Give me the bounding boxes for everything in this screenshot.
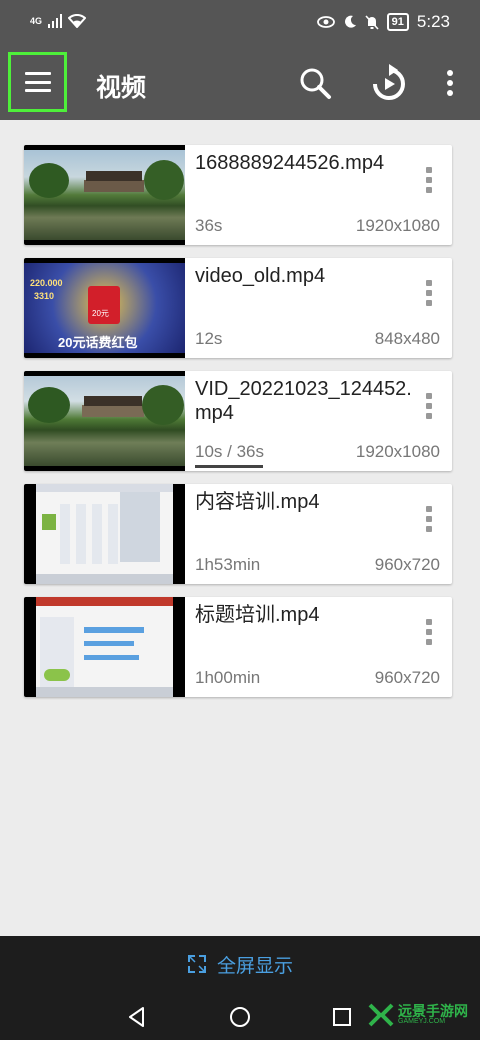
video-resolution: 1920x1080 [355, 442, 440, 461]
video-item[interactable]: VID_20221023_124452.mp4 10s / 36s 1920x1… [24, 371, 452, 471]
home-icon [230, 1007, 250, 1027]
expand-icon [187, 955, 206, 973]
video-filename: 标题培训.mp4 [195, 604, 320, 626]
search-button[interactable] [294, 62, 336, 104]
wifi-icon [68, 14, 87, 28]
hamburger-menu-icon [24, 72, 51, 92]
watch-progress-bar [195, 465, 263, 468]
menu-button[interactable] [8, 52, 67, 112]
replay-icon [373, 64, 405, 100]
signal-icon [48, 14, 63, 28]
video-item[interactable]: 20元 220.000 3310 20元话费红包 video_old.mp4 1… [24, 258, 452, 358]
video-item[interactable]: 标题培训.mp4 1h00min 960x720 [24, 597, 452, 697]
promo-packet-label: 20元 [92, 309, 109, 318]
home-button[interactable] [225, 1002, 255, 1032]
video-thumbnail [24, 484, 185, 584]
item-more-icon[interactable] [426, 167, 434, 193]
watermark: 远景手游网 GAMEYJ.COM [368, 1003, 468, 1027]
item-more-icon[interactable] [426, 393, 434, 419]
video-duration: 10s / 36s [195, 442, 264, 461]
video-resolution: 848x480 [374, 329, 440, 348]
back-icon [129, 1007, 144, 1027]
item-more-icon[interactable] [426, 280, 434, 306]
video-duration: 1h53min [195, 555, 261, 574]
more-vert-icon [447, 70, 453, 96]
video-item[interactable]: 内容培训.mp4 1h53min 960x720 [24, 484, 452, 584]
recents-button[interactable] [327, 1002, 357, 1032]
video-thumbnail [24, 145, 185, 245]
watermark-url: GAMEYJ.COM [398, 1018, 446, 1025]
fullscreen-button[interactable]: 全屏显示 [0, 936, 480, 992]
battery-indicator: 91 [386, 13, 409, 31]
network-type: 4G [30, 16, 43, 26]
video-thumbnail [24, 597, 185, 697]
video-duration: 36s [195, 216, 223, 235]
watermark-brand: 远景手游网 [398, 1003, 468, 1019]
clock: 5:23 [416, 12, 450, 31]
video-duration: 1h00min [195, 668, 261, 687]
fullscreen-label: 全屏显示 [216, 955, 293, 977]
video-filename: video_old.mp4 [195, 265, 326, 287]
app-bar: 视频 [0, 46, 480, 120]
moon-icon [344, 15, 356, 28]
page-title: 视频 [96, 74, 147, 102]
item-more-icon[interactable] [426, 506, 434, 532]
video-filename: 1688889244526.mp4 [195, 152, 385, 174]
recents-icon [333, 1008, 351, 1026]
video-filename: 内容培训.mp4 [195, 491, 320, 513]
back-button[interactable] [122, 1002, 152, 1032]
item-more-icon[interactable] [426, 619, 434, 645]
video-duration: 12s [195, 329, 223, 348]
video-filename: VID_20221023_124452.mp4 [195, 378, 412, 424]
more-button[interactable] [430, 62, 470, 104]
video-resolution: 960x720 [374, 555, 440, 574]
video-resolution: 960x720 [374, 668, 440, 687]
replay-button[interactable] [368, 62, 410, 104]
promo-amount: 220.000 [30, 278, 63, 288]
promo-amount-2: 3310 [34, 291, 55, 301]
video-item[interactable]: 1688889244526.mp4 36s 1920x1080 [24, 145, 452, 245]
video-list: 1688889244526.mp4 36s 1920x1080 20元 220.… [24, 145, 452, 710]
promo-banner-text: 20元话费红包 [58, 335, 138, 350]
mute-bell-icon [365, 14, 379, 30]
watermark-logo-icon [368, 1003, 394, 1027]
status-bar: 4G 91 5:23 [0, 0, 480, 46]
eye-icon [316, 16, 335, 28]
video-thumbnail: 20元 220.000 3310 20元话费红包 [24, 258, 185, 358]
video-resolution: 1920x1080 [355, 216, 440, 235]
video-thumbnail [24, 371, 185, 471]
search-icon [300, 68, 331, 99]
